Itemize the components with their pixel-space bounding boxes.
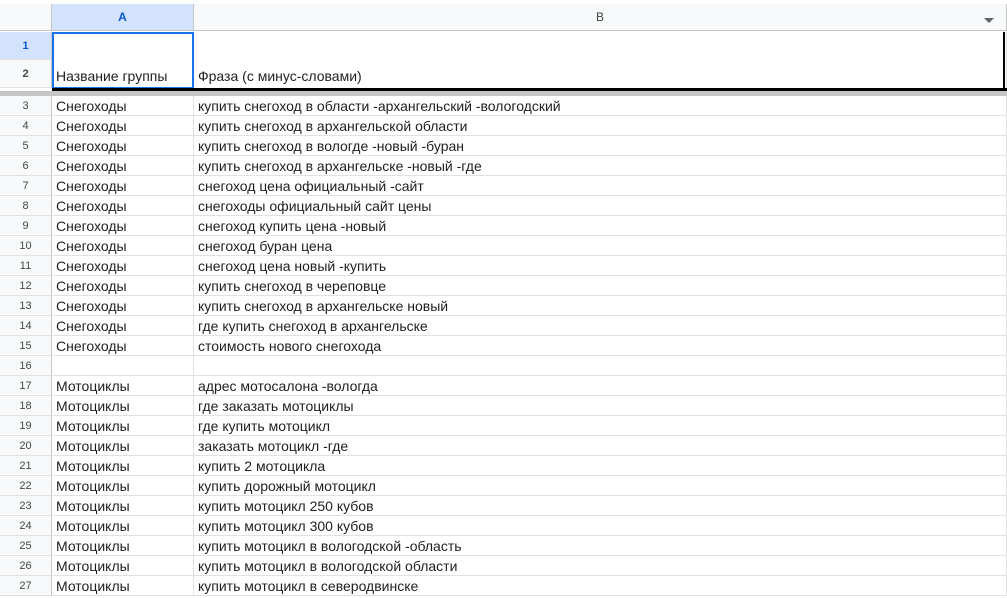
cell-group-name[interactable]	[52, 356, 194, 376]
cell-phrase[interactable]: адрес мотосалона -вологда	[194, 376, 1007, 396]
row-header[interactable]: 8	[0, 196, 52, 216]
row-header[interactable]: 4	[0, 116, 52, 136]
cell-phrase[interactable]: снегоход купить цена -новый	[194, 216, 1007, 236]
cell-phrase[interactable]: где заказать мотоциклы	[194, 396, 1007, 416]
header-cell-group-name[interactable]: Название группы	[52, 32, 194, 89]
cell-phrase[interactable]: купить мотоцикл в вологодской области	[194, 556, 1007, 576]
cell-group-name[interactable]: Снегоходы	[52, 336, 194, 356]
row-header[interactable]: 23	[0, 496, 52, 516]
column-header-b-label: B	[595, 10, 604, 24]
cell-phrase[interactable]: купить снегоход в вологде -новый -буран	[194, 136, 1007, 156]
cell-group-name[interactable]: Мотоциклы	[52, 396, 194, 416]
cell-group-name[interactable]: Снегоходы	[52, 216, 194, 236]
row-header[interactable]: 22	[0, 476, 52, 496]
cell-group-name[interactable]: Мотоциклы	[52, 556, 194, 576]
row-header[interactable]: 5	[0, 136, 52, 156]
select-all-corner[interactable]	[0, 4, 52, 31]
cell-phrase[interactable]: купить снегоход в области -архангельский…	[194, 96, 1007, 116]
cell-group-name[interactable]: Снегоходы	[52, 96, 194, 116]
row-header[interactable]: 17	[0, 376, 52, 396]
cell-phrase[interactable]: купить 2 мотоцикла	[194, 456, 1007, 476]
cell-phrase[interactable]: купить мотоцикл 250 кубов	[194, 496, 1007, 516]
header-cell-phrase[interactable]: Фраза (с минус-словами)	[194, 32, 1007, 89]
cell-phrase[interactable]: где купить мотоцикл	[194, 416, 1007, 436]
cell-phrase[interactable]: купить мотоцикл 300 кубов	[194, 516, 1007, 536]
cell-phrase[interactable]: купить снегоход в череповце	[194, 276, 1007, 296]
row-header[interactable]: 6	[0, 156, 52, 176]
cell-group-name[interactable]: Снегоходы	[52, 196, 194, 216]
cell-phrase[interactable]: где купить снегоход в архангельске	[194, 316, 1007, 336]
row-header[interactable]: 10	[0, 236, 52, 256]
cell-phrase[interactable]: снегоходы официальный сайт цены	[194, 196, 1007, 216]
row-header[interactable]: 20	[0, 436, 52, 456]
row-header[interactable]: 11	[0, 256, 52, 276]
cell-phrase[interactable]	[194, 356, 1007, 376]
row-header[interactable]: 21	[0, 456, 52, 476]
column-header-a[interactable]: A	[52, 4, 194, 31]
cell-group-name[interactable]: Мотоциклы	[52, 436, 194, 456]
row-header[interactable]: 9	[0, 216, 52, 236]
cell-group-name[interactable]: Снегоходы	[52, 276, 194, 296]
cell-group-name[interactable]: Снегоходы	[52, 256, 194, 276]
cell-phrase[interactable]: купить снегоход в архангельской области	[194, 116, 1007, 136]
cell-phrase[interactable]: заказать мотоцикл -где	[194, 436, 1007, 456]
row-header[interactable]: 7	[0, 176, 52, 196]
cell-group-name[interactable]: Мотоциклы	[52, 516, 194, 536]
column-dropdown-icon[interactable]	[984, 18, 994, 23]
cell-phrase[interactable]: купить мотоцикл в вологодской -область	[194, 536, 1007, 556]
cell-phrase[interactable]: снегоход цена официальный -сайт	[194, 176, 1007, 196]
cell-group-name[interactable]: Снегоходы	[52, 156, 194, 176]
row-header[interactable]: 15	[0, 336, 52, 356]
row-header[interactable]: 19	[0, 416, 52, 436]
cell-group-name[interactable]: Снегоходы	[52, 116, 194, 136]
cell-group-name[interactable]: Мотоциклы	[52, 456, 194, 476]
cell-group-name[interactable]: Снегоходы	[52, 316, 194, 336]
cell-group-name[interactable]: Мотоциклы	[52, 376, 194, 396]
cell-group-name[interactable]: Мотоциклы	[52, 416, 194, 436]
cell-group-name[interactable]: Снегоходы	[52, 176, 194, 196]
cell-group-name[interactable]: Снегоходы	[52, 236, 194, 256]
spreadsheet-grid: A B 1 2 Название группы Фраза (с минус-с…	[0, 0, 1007, 598]
row-header[interactable]: 27	[0, 576, 52, 596]
row-header[interactable]: 2	[0, 60, 52, 88]
row-header[interactable]: 18	[0, 396, 52, 416]
cell-group-name[interactable]: Мотоциклы	[52, 576, 194, 596]
cell-phrase[interactable]: снегоход цена новый -купить	[194, 256, 1007, 276]
cell-phrase[interactable]: купить снегоход в архангельске -новый -г…	[194, 156, 1007, 176]
column-header-b[interactable]: B	[194, 4, 1007, 31]
cell-phrase[interactable]: стоимость нового снегохода	[194, 336, 1007, 356]
row-header[interactable]: 14	[0, 316, 52, 336]
cell-phrase[interactable]: купить снегоход в архангельске новый	[194, 296, 1007, 316]
row-header[interactable]: 13	[0, 296, 52, 316]
cell-phrase[interactable]: снегоход буран цена	[194, 236, 1007, 256]
cell-group-name[interactable]: Мотоциклы	[52, 476, 194, 496]
row-header[interactable]: 3	[0, 96, 52, 116]
cell-phrase[interactable]: купить мотоцикл в северодвинске	[194, 576, 1007, 596]
cell-group-name[interactable]: Мотоциклы	[52, 496, 194, 516]
cell-group-name[interactable]: Мотоциклы	[52, 536, 194, 556]
row-header[interactable]: 12	[0, 276, 52, 296]
row-header[interactable]: 1	[0, 32, 52, 60]
row-header[interactable]: 24	[0, 516, 52, 536]
cell-phrase[interactable]: купить дорожный мотоцикл	[194, 476, 1007, 496]
cell-group-name[interactable]: Снегоходы	[52, 136, 194, 156]
row-header[interactable]: 26	[0, 556, 52, 576]
cell-group-name[interactable]: Снегоходы	[52, 296, 194, 316]
row-header[interactable]: 16	[0, 356, 52, 376]
row-header[interactable]: 25	[0, 536, 52, 556]
